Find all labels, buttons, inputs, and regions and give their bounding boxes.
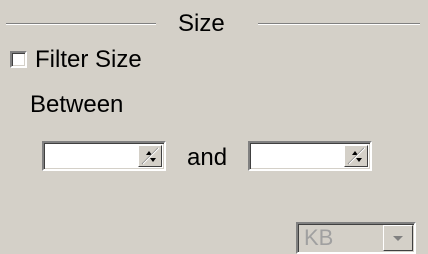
filter-size-checkbox[interactable] — [10, 51, 27, 68]
size-unit-dropdown[interactable]: KB — [296, 222, 416, 254]
size-from-spinner[interactable] — [42, 141, 166, 171]
chevron-down-icon — [393, 236, 403, 241]
group-header-line-left — [6, 23, 156, 25]
spin-up-down-icon — [347, 147, 366, 165]
size-filter-panel: Size Filter Size Between and KB — [0, 0, 428, 254]
size-to-spin-button[interactable] — [344, 145, 368, 167]
size-to-input[interactable] — [252, 145, 336, 167]
filter-size-label[interactable]: Filter Size — [35, 46, 142, 74]
size-unit-value: KB — [304, 225, 334, 250]
and-label: and — [187, 144, 228, 171]
group-title: Size — [178, 10, 225, 37]
spin-up-down-icon — [141, 147, 160, 165]
size-unit-dropdown-button[interactable] — [383, 225, 413, 251]
size-from-spin-button[interactable] — [138, 145, 162, 167]
size-from-input[interactable] — [46, 145, 130, 167]
size-to-spinner[interactable] — [248, 141, 372, 171]
group-header-line-right — [258, 23, 420, 25]
between-label: Between — [30, 91, 124, 118]
